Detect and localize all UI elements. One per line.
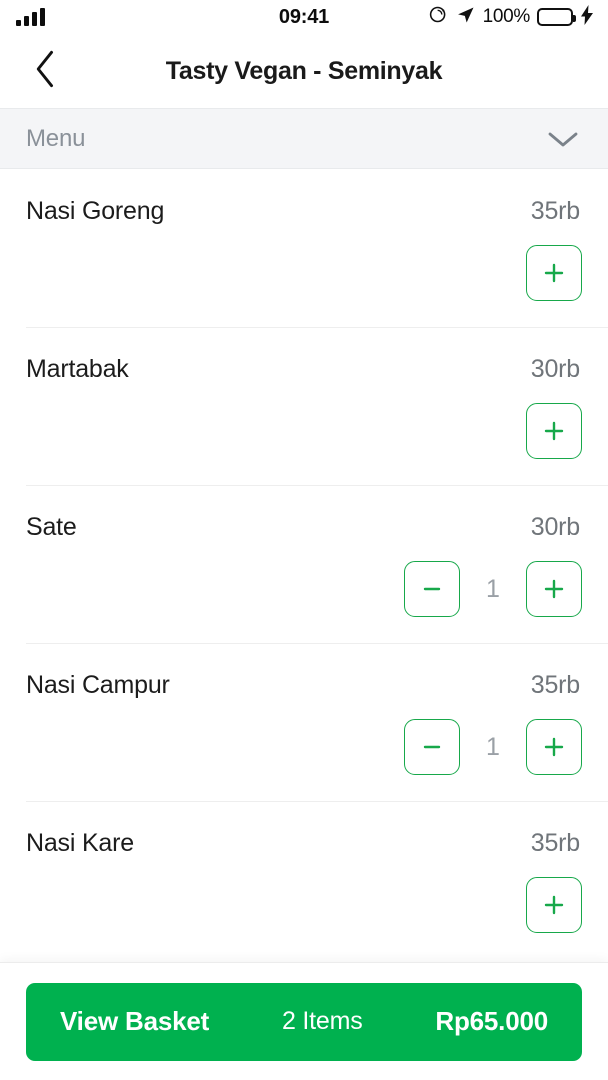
back-button[interactable]: [18, 43, 74, 99]
location-arrow-icon: [456, 5, 476, 30]
rotation-lock-icon: [428, 4, 449, 30]
app-screen: 09:41 100% Tasty Vegan - Seminyak Menu N…: [0, 0, 608, 1080]
menu-item-row[interactable]: Sate 30rb 1: [0, 485, 608, 643]
menu-item-price: 30rb: [530, 513, 580, 541]
add-item-button[interactable]: [526, 403, 582, 459]
view-basket-button[interactable]: View Basket 2 Items Rp65.000: [26, 982, 582, 1061]
menu-item-row[interactable]: Martabak 30rb: [0, 327, 608, 485]
add-item-button[interactable]: [526, 719, 582, 775]
add-item-button[interactable]: [526, 561, 582, 617]
basket-item-count: 2 Items: [281, 1007, 363, 1035]
menu-item-price: 35rb: [530, 829, 580, 857]
quantity-value: 1: [486, 732, 500, 761]
battery-percent-label: 100%: [482, 6, 531, 27]
basket-total-price: Rp65.000: [435, 1006, 548, 1036]
chevron-left-icon: [32, 49, 60, 94]
menu-item-price: 35rb: [530, 197, 580, 225]
view-basket-label: View Basket: [60, 1006, 210, 1036]
menu-section-label: Menu: [26, 124, 86, 152]
lightning-bolt-icon: [580, 4, 594, 30]
menu-item-list[interactable]: Nasi Goreng 35rb Martabak 30rb Sate 30rb: [0, 169, 608, 962]
row-divider: [26, 485, 608, 486]
decrease-quantity-button[interactable]: [404, 719, 460, 775]
status-bar-right-cluster: 100%: [428, 4, 594, 30]
status-bar: 09:41 100%: [0, 0, 608, 34]
menu-item-name: Nasi Goreng: [26, 197, 165, 225]
menu-item-row[interactable]: Nasi Goreng 35rb: [0, 169, 608, 327]
cellular-signal-icon: [16, 8, 45, 26]
add-item-button[interactable]: [526, 245, 582, 301]
menu-item-row[interactable]: Nasi Campur 35rb 1: [0, 643, 608, 801]
basket-bar: View Basket 2 Items Rp65.000: [0, 962, 608, 1080]
menu-item-price: 30rb: [530, 355, 580, 383]
row-divider: [26, 327, 608, 328]
menu-item-name: Nasi Campur: [26, 671, 170, 699]
page-title: Tasty Vegan - Seminyak: [165, 56, 443, 85]
row-divider: [26, 801, 608, 802]
row-divider: [26, 643, 608, 644]
add-item-button[interactable]: [526, 877, 582, 933]
menu-item-name: Nasi Kare: [26, 829, 134, 857]
navigation-bar: Tasty Vegan - Seminyak: [0, 34, 608, 108]
menu-item-price: 35rb: [530, 671, 580, 699]
menu-section-header[interactable]: Menu: [0, 108, 608, 169]
menu-item-name: Sate: [26, 513, 77, 541]
chevron-down-icon[interactable]: [546, 128, 580, 150]
battery-full-icon: [537, 8, 576, 26]
quantity-value: 1: [486, 574, 500, 603]
decrease-quantity-button[interactable]: [404, 561, 460, 617]
menu-item-row[interactable]: Nasi Kare 35rb: [0, 801, 608, 959]
menu-item-name: Martabak: [26, 355, 129, 383]
